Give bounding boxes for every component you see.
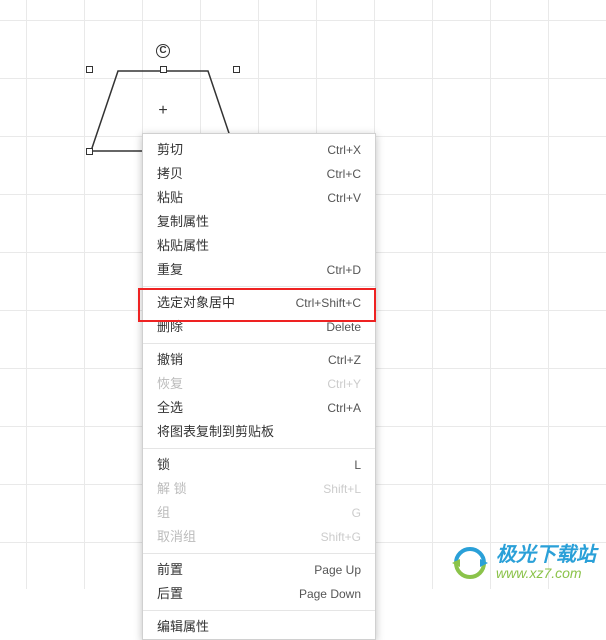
menu-item[interactable]: 编辑属性: [143, 615, 375, 639]
menu-item-label: 解 锁: [157, 480, 187, 498]
menu-separator: [143, 343, 375, 344]
menu-separator: [143, 286, 375, 287]
menu-item-label: 取消组: [157, 528, 196, 546]
menu-item[interactable]: 剪切 Ctrl+X: [143, 138, 375, 162]
menu-item: 解 锁 Shift+L: [143, 477, 375, 501]
menu-item: 取消组 Shift+G: [143, 525, 375, 549]
watermark-title: 极光下载站: [496, 544, 596, 566]
menu-item-label: 锁: [157, 456, 170, 474]
menu-item[interactable]: 后置 Page Down: [143, 582, 375, 606]
menu-item-shortcut: Shift+G: [321, 528, 361, 546]
menu-item-label: 后置: [157, 585, 183, 603]
menu-item-shortcut: Ctrl+A: [327, 399, 361, 417]
watermark-url: www.xz7.com: [496, 566, 596, 581]
menu-item[interactable]: 重复 Ctrl+D: [143, 258, 375, 282]
menu-item-shortcut: Page Down: [299, 585, 361, 603]
menu-item-shortcut: Page Up: [314, 561, 361, 579]
watermark-logo-icon: [450, 543, 490, 583]
menu-item-label: 组: [157, 504, 170, 522]
menu-item-shortcut: Ctrl+C: [327, 165, 361, 183]
menu-item-shortcut: Shift+L: [323, 480, 361, 498]
menu-item-label: 复制属性: [157, 213, 209, 231]
menu-item: 组G: [143, 501, 375, 525]
menu-item: 恢复 Ctrl+Y: [143, 372, 375, 396]
drawing-canvas[interactable]: C + 剪切 Ctrl+X 拷贝 Ctrl+C 粘贴 Ctrl+V 复制属性粘贴属性重复 Ct…: [0, 0, 606, 589]
menu-item-label: 重复: [157, 261, 183, 279]
menu-separator: [143, 448, 375, 449]
menu-item[interactable]: 选定对象居中 Ctrl+Shift+C: [143, 291, 375, 315]
menu-separator: [143, 553, 375, 554]
menu-item-shortcut: Ctrl+Shift+C: [296, 294, 361, 312]
menu-item-label: 删除: [157, 318, 183, 336]
menu-item-label: 撤销: [157, 351, 183, 369]
menu-item[interactable]: 粘贴 Ctrl+V: [143, 186, 375, 210]
menu-item-shortcut: L: [354, 456, 361, 474]
menu-item-label: 粘贴属性: [157, 237, 209, 255]
rotate-handle-icon[interactable]: C: [156, 44, 170, 58]
resize-handle-nw[interactable]: [86, 66, 93, 73]
menu-item-label: 拷贝: [157, 165, 183, 183]
menu-item[interactable]: 全选 Ctrl+A: [143, 396, 375, 420]
shape-center-plus-icon: +: [158, 103, 167, 119]
menu-item-label: 前置: [157, 561, 183, 579]
menu-item-label: 剪切: [157, 141, 183, 159]
menu-item-label: 恢复: [157, 375, 183, 393]
menu-item[interactable]: 删除 Delete: [143, 315, 375, 339]
menu-item[interactable]: 拷贝 Ctrl+C: [143, 162, 375, 186]
menu-item-label: 全选: [157, 399, 183, 417]
menu-item-shortcut: Ctrl+D: [327, 261, 361, 279]
menu-item[interactable]: 复制属性: [143, 210, 375, 234]
resize-handle-n[interactable]: [160, 66, 167, 73]
watermark: 极光下载站 www.xz7.com: [450, 543, 596, 583]
menu-item[interactable]: 粘贴属性: [143, 234, 375, 258]
menu-item[interactable]: 将图表复制到剪贴板: [143, 420, 375, 444]
menu-item-shortcut: Ctrl+V: [327, 189, 361, 207]
menu-item[interactable]: 锁L: [143, 453, 375, 477]
menu-separator: [143, 610, 375, 611]
menu-item-label: 编辑属性: [157, 618, 209, 636]
menu-item-label: 将图表复制到剪贴板: [157, 423, 274, 441]
menu-item-shortcut: Delete: [326, 318, 361, 336]
menu-item-label: 粘贴: [157, 189, 183, 207]
menu-item-shortcut: Ctrl+Z: [328, 351, 361, 369]
menu-item-shortcut: G: [352, 504, 361, 522]
context-menu: 剪切 Ctrl+X 拷贝 Ctrl+C 粘贴 Ctrl+V 复制属性粘贴属性重复 Ctrl+D…: [142, 133, 376, 640]
menu-item-label: 选定对象居中: [157, 294, 235, 312]
resize-handle-ne[interactable]: [233, 66, 240, 73]
menu-item[interactable]: 前置 Page Up: [143, 558, 375, 582]
menu-item-shortcut: Ctrl+Y: [327, 375, 361, 393]
menu-item-shortcut: Ctrl+X: [327, 141, 361, 159]
resize-handle-sw[interactable]: [86, 148, 93, 155]
menu-item[interactable]: 撤销 Ctrl+Z: [143, 348, 375, 372]
